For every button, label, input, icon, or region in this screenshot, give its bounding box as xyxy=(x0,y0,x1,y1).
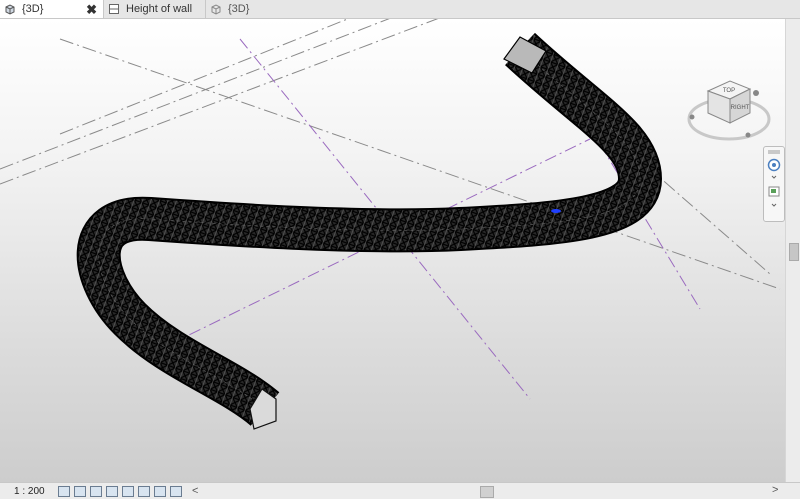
view-scale[interactable]: 1 : 200 xyxy=(0,486,56,497)
crop-view-icon[interactable] xyxy=(138,485,150,497)
horizontal-scrollbar-thumb[interactable] xyxy=(480,486,494,498)
rendering-icon[interactable] xyxy=(122,485,134,497)
section-view-icon xyxy=(108,3,120,15)
viewcube[interactable]: TOP RIGHT xyxy=(686,71,772,143)
tab-label: {3D} xyxy=(22,3,44,15)
viewcube-top-label: TOP xyxy=(723,88,735,94)
scroll-right-arrow[interactable]: > xyxy=(772,484,778,496)
3d-viewport[interactable]: TOP RIGHT xyxy=(0,19,785,482)
curved-wall-mesh xyxy=(76,32,663,430)
temporary-hide-icon[interactable] xyxy=(170,485,182,497)
chevron-down-icon[interactable] xyxy=(771,175,777,179)
tab-3d-active[interactable]: {3D} ✖ xyxy=(0,0,104,18)
detail-level-icon[interactable] xyxy=(58,485,70,497)
zoom-region-icon[interactable] xyxy=(768,186,780,197)
navigation-bar xyxy=(763,146,785,222)
close-tab-icon[interactable]: ✖ xyxy=(86,3,97,16)
vertical-scrollbar[interactable] xyxy=(785,19,800,482)
visual-style-icon[interactable] xyxy=(74,485,86,497)
steering-wheel-icon[interactable] xyxy=(767,158,781,172)
tab-3d[interactable]: {3D} xyxy=(206,0,306,18)
viewcube-home-icon[interactable] xyxy=(753,90,759,96)
view-tab-bar: {3D} ✖ Height of wall {3D} xyxy=(0,0,800,19)
viewcube-compass-marker xyxy=(745,132,751,138)
3d-view-icon xyxy=(210,3,222,15)
view-control-bar: 1 : 200 < > xyxy=(0,482,800,499)
viewcube-compass-marker xyxy=(689,114,695,120)
scroll-left-arrow[interactable]: < xyxy=(192,485,198,497)
shadows-icon[interactable] xyxy=(106,485,118,497)
tab-label: Height of wall xyxy=(126,3,193,15)
viewcube-face-label: RIGHT xyxy=(731,105,750,111)
3d-view-icon xyxy=(4,3,16,15)
navbar-grip-icon[interactable] xyxy=(768,150,780,154)
chevron-down-icon[interactable] xyxy=(771,203,777,207)
tab-height-of-wall[interactable]: Height of wall xyxy=(104,0,206,18)
tab-label: {3D} xyxy=(228,3,250,15)
model-canvas xyxy=(0,19,781,430)
sun-path-icon[interactable] xyxy=(90,485,102,497)
show-crop-region-icon[interactable] xyxy=(154,485,166,497)
scrollbar-thumb[interactable] xyxy=(789,243,799,261)
